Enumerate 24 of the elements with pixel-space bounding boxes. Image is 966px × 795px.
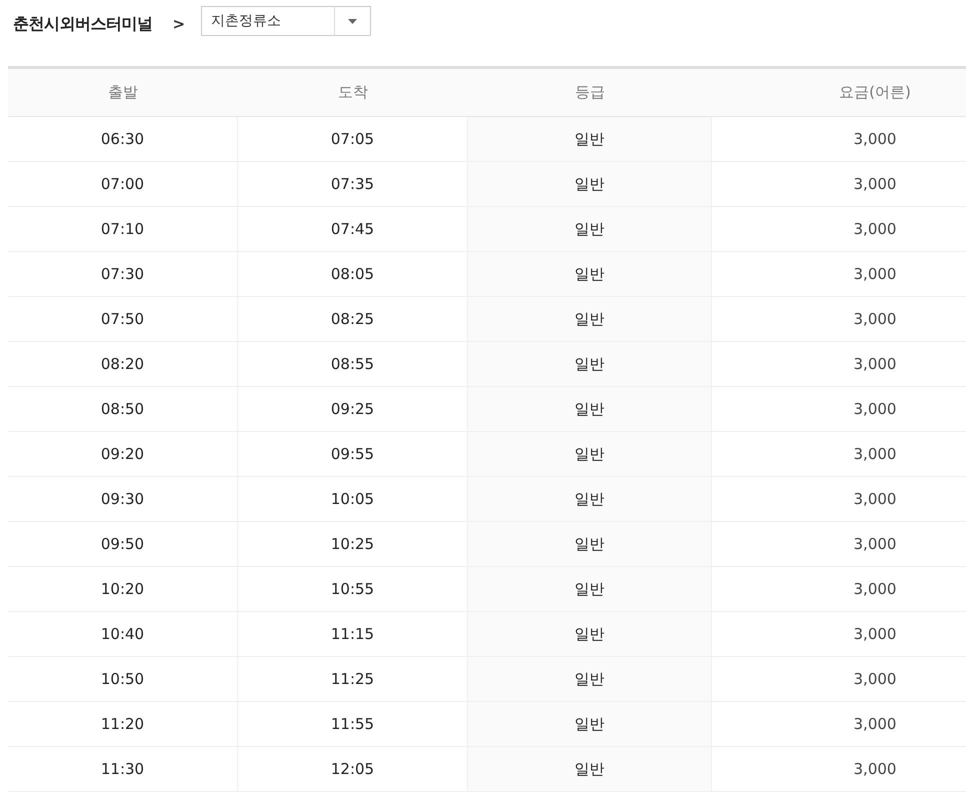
- dropdown-caret-icon: [348, 18, 358, 24]
- table-cell: 일반: [468, 207, 712, 251]
- column-header: 출발: [107, 82, 139, 104]
- destination-dropdown[interactable]: 지촌정류소: [201, 6, 372, 36]
- column-header: 도착: [337, 82, 369, 104]
- table-cell: 일반: [468, 612, 712, 656]
- table-cell: 일반: [468, 297, 712, 341]
- breadcrumb-separator: >: [172, 14, 186, 35]
- table-cell: 일반: [468, 657, 712, 701]
- table-cell: 일반: [468, 567, 712, 611]
- column-header: 요금(어른): [838, 82, 912, 104]
- table-cell: 일반: [468, 252, 712, 296]
- table-cell: 일반: [468, 117, 712, 161]
- table-cell: 일반: [468, 387, 712, 431]
- table-cell: 일반: [468, 702, 712, 746]
- table-cell: 일반: [468, 477, 712, 521]
- table-cell: 일반: [468, 432, 712, 476]
- table-cell: 일반: [468, 747, 712, 791]
- origin-terminal: 춘천시외버스터미널: [13, 13, 152, 35]
- column-header: 등급: [574, 82, 606, 104]
- table-cell: 일반: [468, 342, 712, 386]
- table-cell: 일반: [468, 522, 712, 566]
- table-cell: 일반: [468, 162, 712, 206]
- destination-value: 지촌정류소: [210, 12, 282, 30]
